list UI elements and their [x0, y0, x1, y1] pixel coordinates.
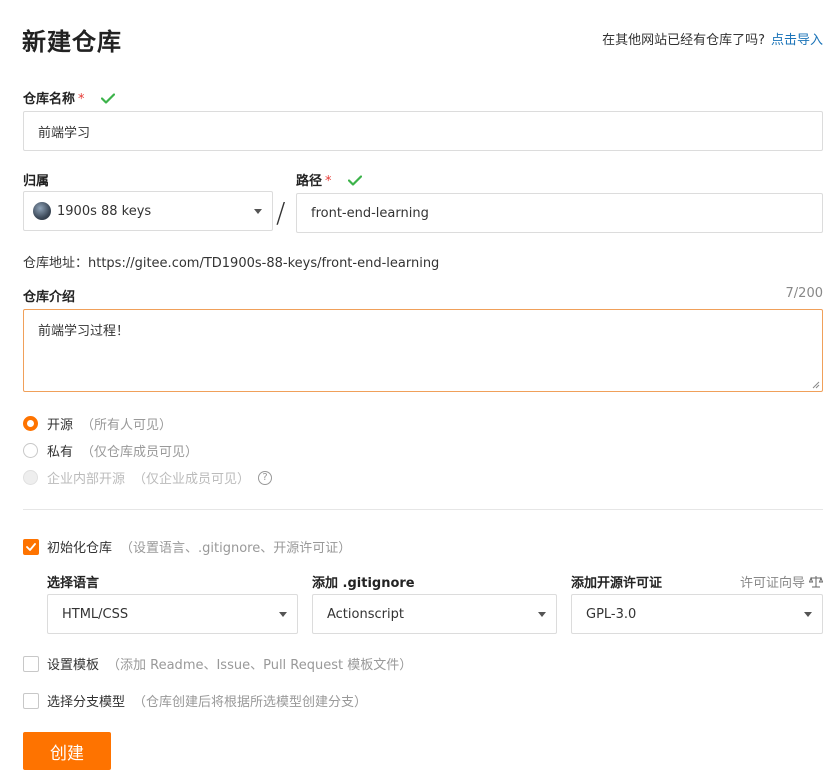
repo-name-value: 前端学习	[38, 125, 91, 141]
path-input[interactable]: front-end-learning	[296, 193, 823, 233]
gitignore-label: 添加 .gitignore	[312, 576, 415, 591]
owner-label: 归属	[23, 174, 50, 189]
required-mark: *	[78, 92, 85, 107]
radio-button[interactable]	[23, 443, 38, 458]
avatar	[33, 202, 51, 220]
help-icon[interactable]: ?	[258, 470, 273, 485]
checkbox[interactable]	[23, 655, 39, 672]
init-hint: （设置语言、.gitignore、开源许可证）	[120, 541, 352, 556]
visibility-option-private[interactable]: 私有 （仅仓库成员可见）	[23, 441, 198, 460]
repo-name-label-text: 仓库名称	[23, 92, 76, 107]
repo-name-input[interactable]: 前端学习	[23, 111, 823, 151]
owner-value: 1900s 88 keys	[57, 203, 152, 219]
template-label: 设置模板	[47, 658, 100, 673]
visibility-hint: （仅企业成员可见）	[133, 472, 251, 487]
check-icon	[26, 542, 36, 551]
import-link[interactable]: 点击导入	[771, 33, 823, 48]
check-icon	[101, 93, 116, 104]
checkbox[interactable]	[23, 692, 39, 709]
description-textarea[interactable]: 前端学习过程！	[23, 309, 823, 392]
chevron-down-icon	[279, 612, 287, 617]
license-value: GPL-3.0	[586, 606, 637, 622]
gitignore-value: Actionscript	[327, 606, 404, 622]
template-checkbox-row[interactable]: 设置模板 （添加 Readme、Issue、Pull Request 模板文件）	[23, 654, 412, 673]
owner-select[interactable]: 1900s 88 keys	[23, 191, 273, 231]
path-label: 路径 *	[296, 170, 363, 189]
language-label: 选择语言	[47, 576, 100, 591]
language-value: HTML/CSS	[62, 606, 129, 622]
divider	[23, 509, 823, 510]
import-hint: 在其他网站已经有仓库了吗? 点击导入	[602, 29, 823, 48]
init-label: 初始化仓库	[47, 541, 113, 556]
template-hint: （添加 Readme、Issue、Pull Request 模板文件）	[107, 658, 413, 673]
branch-model-hint: （仓库创建后将根据所选模型创建分支）	[133, 695, 368, 710]
chevron-down-icon	[254, 209, 262, 214]
chevron-down-icon	[538, 612, 546, 617]
description-counter: 7/200	[785, 286, 823, 301]
description-value: 前端学习过程！	[38, 324, 130, 339]
resize-handle-icon[interactable]	[812, 381, 820, 389]
path-label-text: 路径	[296, 174, 323, 189]
license-guide-link[interactable]: 许可证向导	[740, 572, 823, 591]
path-value: front-end-learning	[311, 205, 429, 221]
radio-button[interactable]	[23, 416, 38, 431]
branch-model-checkbox-row[interactable]: 选择分支模型 （仓库创建后将根据所选模型创建分支）	[23, 691, 367, 710]
visibility-label: 企业内部开源	[47, 472, 126, 487]
check-icon	[348, 175, 363, 186]
radio-button	[23, 470, 38, 485]
checkbox[interactable]	[23, 538, 39, 555]
visibility-label: 开源	[47, 418, 74, 433]
license-label: 添加开源许可证	[571, 576, 663, 591]
visibility-option-public[interactable]: 开源 （所有人可见）	[23, 414, 172, 433]
create-button[interactable]: 创建	[23, 732, 111, 770]
path-separator: /	[276, 196, 286, 229]
required-mark: *	[325, 174, 332, 189]
description-label: 仓库介绍	[23, 290, 76, 305]
init-repo-checkbox-row[interactable]: 初始化仓库 （设置语言、.gitignore、开源许可证）	[23, 537, 351, 556]
language-select[interactable]: HTML/CSS	[47, 594, 298, 634]
import-prompt: 在其他网站已经有仓库了吗?	[602, 33, 765, 48]
visibility-label: 私有	[47, 445, 74, 460]
scale-icon	[809, 576, 823, 588]
visibility-option-enterprise: 企业内部开源 （仅企业成员可见） ?	[23, 468, 273, 487]
visibility-hint: （仅仓库成员可见）	[81, 445, 199, 460]
page-title: 新建仓库	[22, 28, 122, 56]
branch-model-label: 选择分支模型	[47, 695, 126, 710]
repo-name-label: 仓库名称 *	[23, 88, 116, 107]
chevron-down-icon	[804, 612, 812, 617]
license-select[interactable]: GPL-3.0	[571, 594, 823, 634]
gitignore-select[interactable]: Actionscript	[312, 594, 557, 634]
license-guide-text: 许可证向导	[739, 576, 805, 591]
repo-address: 仓库地址：https://gitee.com/TD1900s-88-keys/f…	[23, 256, 440, 271]
visibility-hint: （所有人可见）	[81, 418, 173, 433]
